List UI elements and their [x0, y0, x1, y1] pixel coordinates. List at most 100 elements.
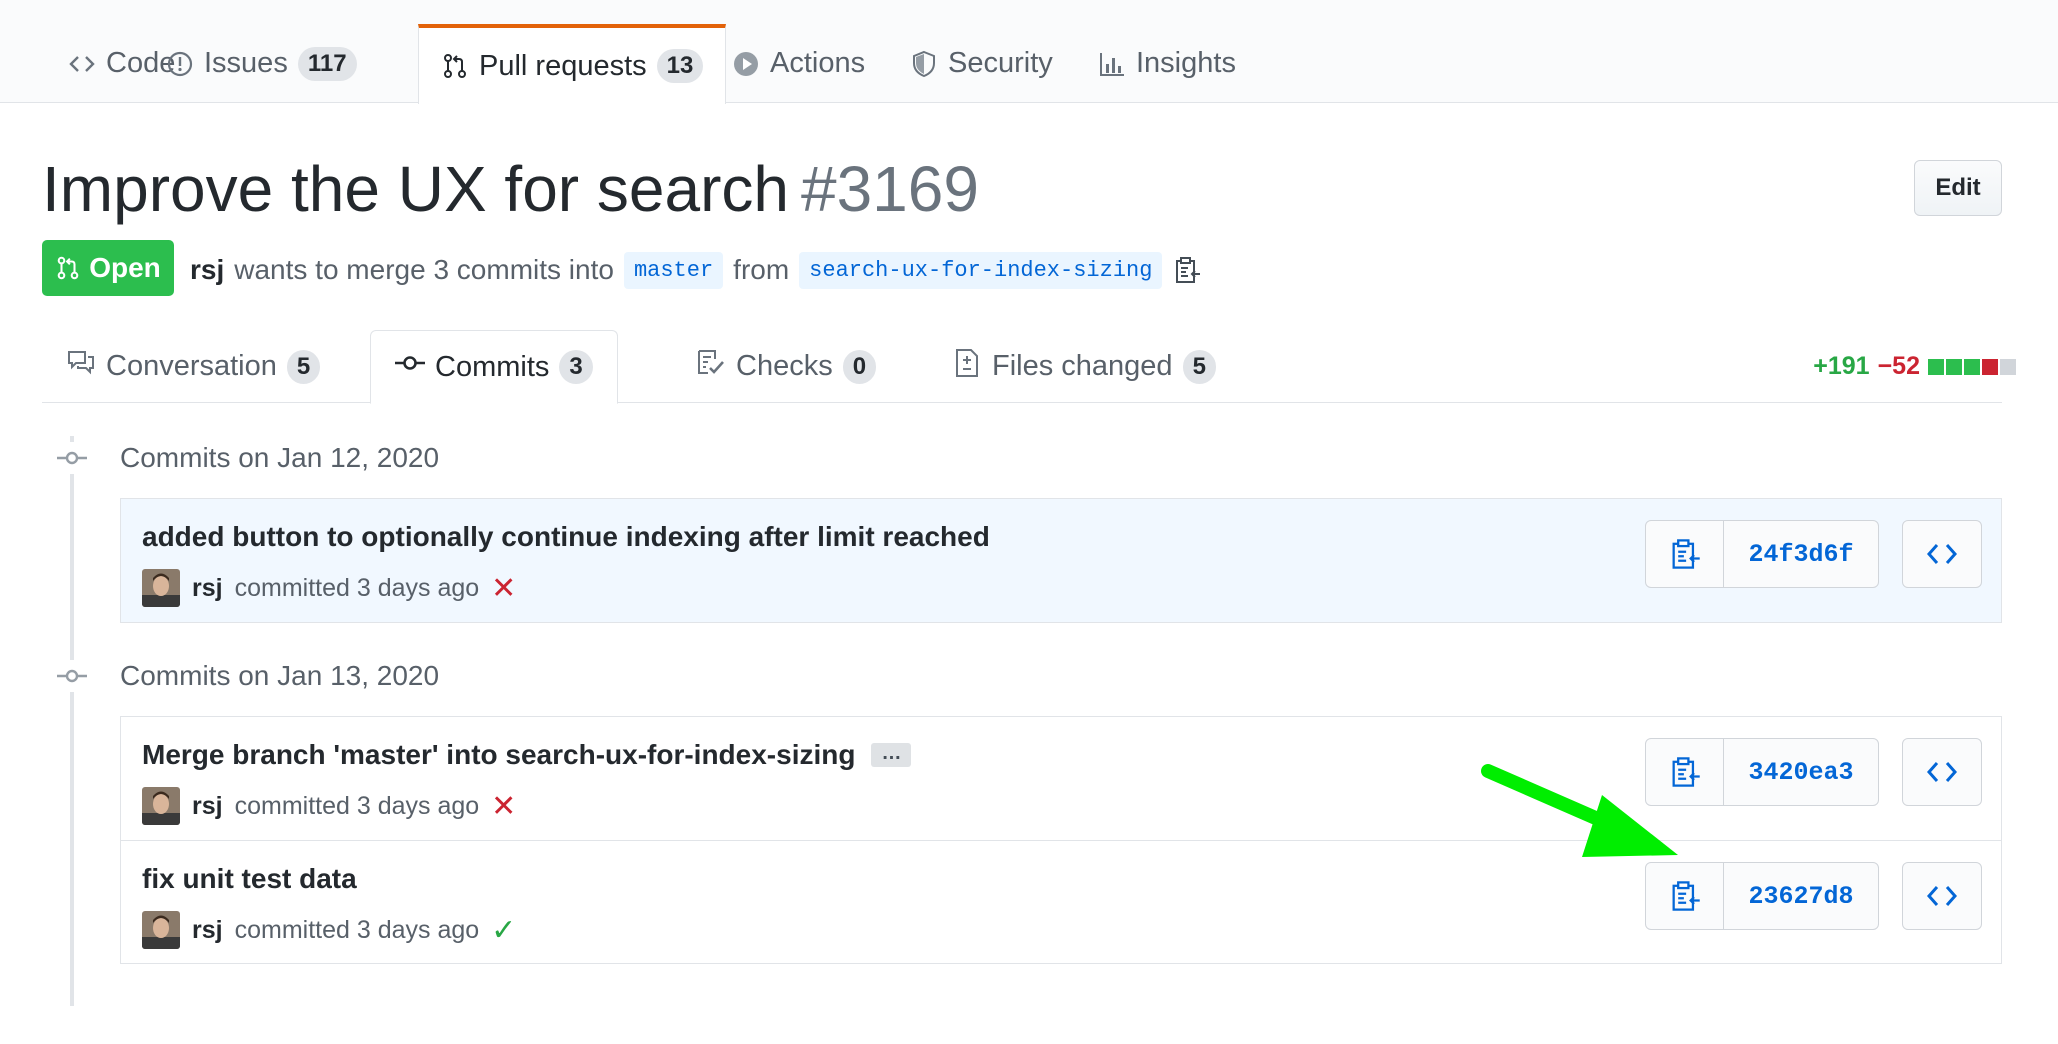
tab-label: Commits [435, 350, 550, 383]
diffstat-additions: +191 [1813, 352, 1870, 380]
pull-requests-counter: 13 [656, 49, 704, 83]
tab-checks[interactable]: Checks 0 [672, 330, 900, 403]
edit-button[interactable]: Edit [1914, 160, 2002, 216]
commit-meta: rsj committed 3 days ago ✕ [142, 787, 516, 825]
diffstat-blocks [1928, 358, 2016, 375]
code-icon [1926, 886, 1958, 906]
git-commit-icon [56, 442, 88, 474]
repo-tab-label: Actions [770, 47, 866, 79]
diffstat-block-added [1964, 358, 1980, 375]
pr-from-text: from [733, 254, 790, 285]
commits-counter: 3 [559, 350, 593, 384]
repo-tab-label: Insights [1136, 47, 1236, 79]
avatar[interactable] [142, 569, 180, 607]
tab-label: Checks [736, 350, 833, 382]
repo-tab-issues[interactable]: Issues 117 [144, 24, 379, 103]
commit-author[interactable]: rsj [192, 916, 223, 945]
diffstat-deletions: −52 [1877, 352, 1920, 380]
x-icon[interactable]: ✕ [491, 789, 516, 824]
commit-sha-link[interactable]: 23627d8 [1724, 863, 1878, 929]
head-branch[interactable]: search-ux-for-index-sizing [799, 251, 1163, 289]
repo-nav: Code Issues 117 Pull requests 13 Actions… [0, 0, 2058, 104]
commit-meta: rsj committed 3 days ago ✓ [142, 911, 516, 949]
repo-tab-insights[interactable]: Insights [1076, 24, 1258, 103]
browse-repo-button[interactable] [1902, 520, 1982, 588]
code-icon [68, 50, 96, 78]
file-diff-icon [952, 348, 982, 386]
x-icon[interactable]: ✕ [491, 571, 516, 606]
pr-author-link[interactable]: rsj [190, 254, 224, 286]
diffstat-block-neutral [2000, 358, 2016, 375]
commit-row: Merge branch 'master' into search-ux-for… [121, 717, 2001, 840]
avatar[interactable] [142, 787, 180, 825]
pr-state-label: Open [89, 252, 161, 283]
commit-message-text[interactable]: fix unit test data [142, 863, 357, 895]
checklist-icon [696, 348, 726, 386]
commit-group-heading: Commits on Jan 13, 2020 [56, 656, 439, 696]
copy-sha-button[interactable] [1646, 863, 1724, 929]
base-branch[interactable]: master [623, 251, 724, 289]
issues-counter: 117 [297, 46, 357, 81]
pr-number: #3169 [800, 153, 979, 225]
annotation-arrow-icon [1481, 764, 1678, 857]
commit-group-date: Commits on Jan 13, 2020 [120, 660, 440, 691]
code-icon [1926, 762, 1958, 782]
pr-merge-text: wants to merge 3 commits into [234, 254, 614, 285]
diffstat-block-deleted [1982, 358, 1998, 375]
pr-title-text: Improve the UX for search [42, 153, 789, 225]
git-pull-request-icon [57, 256, 79, 280]
diffstat-block-added [1928, 358, 1944, 375]
play-icon [732, 50, 760, 78]
commit-message-text[interactable]: added button to optionally continue inde… [142, 521, 990, 553]
git-commit-icon [56, 660, 88, 692]
conversation-counter: 5 [286, 349, 321, 384]
commit-sha-link[interactable]: 24f3d6f [1724, 521, 1878, 587]
commit-author[interactable]: rsj [192, 574, 223, 603]
clippy-icon[interactable] [1172, 255, 1202, 285]
shield-icon [910, 50, 938, 78]
repo-tab-label: Security [948, 47, 1053, 79]
clippy-icon [1672, 881, 1700, 911]
expand-message-button[interactable]: … [871, 743, 912, 767]
commit-group-date: Commits on Jan 12, 2020 [120, 442, 440, 473]
commit-sha-group: 24f3d6f [1645, 520, 1879, 588]
tab-label: Files changed [992, 350, 1173, 382]
browse-repo-button[interactable] [1902, 738, 1982, 806]
commit-author[interactable]: rsj [192, 792, 223, 821]
repo-tab-pull-requests[interactable]: Pull requests 13 [418, 24, 727, 104]
check-icon[interactable]: ✓ [491, 913, 516, 948]
tab-conversation[interactable]: Conversation 5 [42, 330, 344, 403]
code-icon [1926, 544, 1958, 564]
commit-message[interactable]: fix unit test data [142, 863, 357, 895]
timeline-line [70, 436, 74, 1006]
repo-tab-actions[interactable]: Actions [710, 24, 887, 103]
commit-group-heading: Commits on Jan 12, 2020 [56, 438, 439, 478]
diffstat: +191 −52 [1813, 352, 2016, 381]
commit-time: committed 3 days ago [234, 791, 480, 820]
tab-files-changed[interactable]: Files changed 5 [928, 330, 1240, 403]
repo-tab-label: Issues [204, 47, 288, 79]
commit-row: fix unit test data rsj committed 3 days … [121, 840, 2001, 963]
repo-tab-security[interactable]: Security [888, 24, 1075, 103]
checks-counter: 0 [842, 349, 877, 384]
commit-message[interactable]: Merge branch 'master' into search-ux-for… [142, 739, 912, 771]
commit-list: added button to optionally continue inde… [120, 498, 2002, 623]
tab-commits[interactable]: Commits 3 [370, 330, 618, 404]
issue-opened-icon [166, 50, 194, 78]
commit-sha-link[interactable]: 3420ea3 [1724, 739, 1878, 805]
commit-row: added button to optionally continue inde… [121, 499, 2001, 622]
pr-state-badge: Open [42, 240, 174, 296]
commit-meta: rsj committed 3 days ago ✕ [142, 569, 516, 607]
repo-tab-label: Pull requests [479, 49, 647, 82]
clippy-icon [1672, 539, 1700, 569]
commit-message-text[interactable]: Merge branch 'master' into search-ux-for… [142, 739, 855, 771]
pr-title: Improve the UX for search #3169 [42, 152, 979, 226]
commit-message[interactable]: added button to optionally continue inde… [142, 521, 990, 553]
commit-time: committed 3 days ago [234, 915, 480, 944]
avatar[interactable] [142, 911, 180, 949]
browse-repo-button[interactable] [1902, 862, 1982, 930]
diffstat-block-added [1946, 358, 1962, 375]
graph-icon [1098, 50, 1126, 78]
copy-sha-button[interactable] [1646, 521, 1724, 587]
git-pull-request-icon [441, 52, 469, 80]
